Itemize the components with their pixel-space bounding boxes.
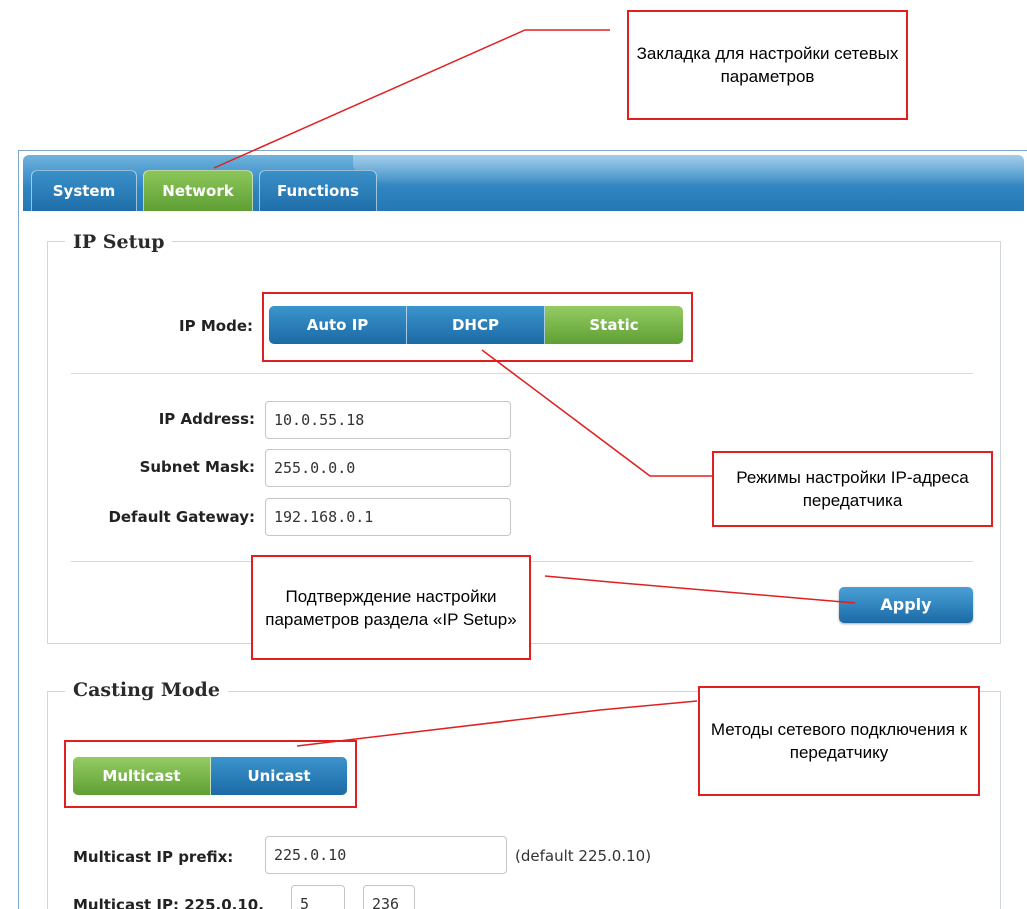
ip-mode-highlight-box (262, 292, 693, 362)
apply-button[interactable]: Apply (839, 587, 973, 623)
callout-network-tab: Закладка для настройки сетевых параметро… (627, 10, 908, 120)
subnet-mask-input[interactable]: 255.0.0.0 (265, 449, 511, 487)
tab-network[interactable]: Network (143, 170, 253, 211)
ip-mode-label: IP Mode: (179, 317, 253, 335)
ip-address-label: IP Address: (158, 410, 255, 428)
callout-apply: Подтверждение настройки параметров разде… (251, 555, 531, 660)
callout-casting-methods: Методы сетевого подключения к передатчик… (698, 686, 980, 796)
multicast-prefix-label: Multicast IP prefix: (73, 848, 234, 866)
ip-address-input[interactable]: 10.0.55.18 (265, 401, 511, 439)
ip-setup-title: IP Setup (65, 231, 173, 253)
casting-mode-highlight-box (64, 740, 357, 808)
tab-bar: System Network Functions (23, 155, 1024, 211)
callout-ip-modes: Режимы настройки IP-адреса передатчика (712, 451, 993, 527)
subnet-mask-label: Subnet Mask: (139, 458, 255, 476)
tab-bar-gloss (353, 155, 1024, 185)
default-gateway-label: Default Gateway: (108, 508, 255, 526)
multicast-prefix-hint: (default 225.0.10) (515, 847, 652, 865)
multicast-ip-label: Multicast IP: 225.0.10. (73, 896, 264, 909)
leader-line-network-tab (213, 29, 610, 169)
multicast-prefix-input[interactable]: 225.0.10 (265, 836, 507, 874)
casting-mode-title: Casting Mode (65, 679, 228, 701)
multicast-ip-octet-3-input[interactable]: 5 (291, 885, 345, 909)
multicast-ip-octet-4-input[interactable]: 236 (363, 885, 415, 909)
default-gateway-input[interactable]: 192.168.0.1 (265, 498, 511, 536)
divider (71, 373, 973, 374)
tab-functions[interactable]: Functions (259, 170, 377, 211)
tab-system[interactable]: System (31, 170, 137, 211)
